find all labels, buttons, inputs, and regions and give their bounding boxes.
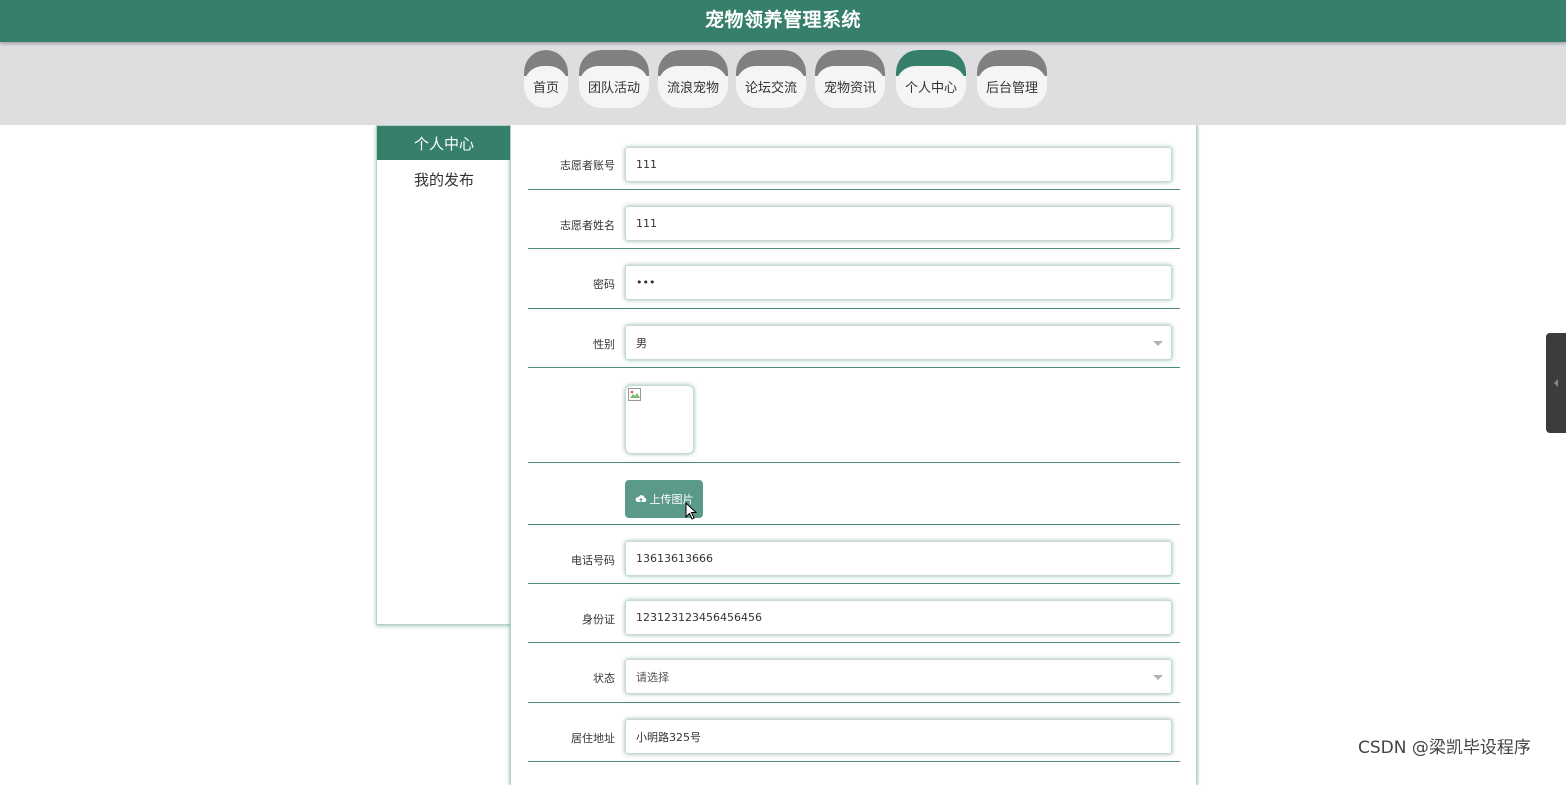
broken-image-icon bbox=[628, 388, 641, 401]
name-input[interactable]: 111 bbox=[625, 206, 1172, 241]
nav-home[interactable]: 首页 bbox=[524, 50, 568, 108]
form-row-phone: 电话号码 13613613666 bbox=[528, 525, 1180, 584]
nav-personal-center[interactable]: 个人中心 bbox=[896, 50, 966, 108]
nav-forum-label: 论坛交流 bbox=[736, 66, 806, 106]
nav-home-label: 首页 bbox=[524, 66, 568, 106]
gender-value: 男 bbox=[636, 336, 647, 350]
name-label: 志愿者姓名 bbox=[560, 219, 615, 232]
gender-label: 性别 bbox=[593, 338, 615, 351]
account-input[interactable]: 111 bbox=[625, 147, 1172, 182]
id-card-label: 身份证 bbox=[582, 613, 615, 626]
sidebar-item-personal-center[interactable]: 个人中心 bbox=[377, 126, 511, 160]
nav-stray-pets[interactable]: 流浪宠物 bbox=[658, 50, 728, 108]
password-label: 密码 bbox=[593, 278, 615, 291]
nav-admin-label: 后台管理 bbox=[977, 66, 1047, 106]
nav-team-activity[interactable]: 团队活动 bbox=[579, 50, 649, 108]
status-value: 请选择 bbox=[636, 670, 669, 684]
nav-pet-news-label: 宠物资讯 bbox=[815, 66, 885, 106]
watermark: CSDN @梁凯毕设程序 bbox=[1358, 738, 1531, 758]
id-card-input[interactable]: 123123123456456456 bbox=[625, 600, 1172, 635]
form-row-name: 志愿者姓名 111 bbox=[528, 190, 1180, 249]
form-row-id-card: 身份证 123123123456456456 bbox=[528, 584, 1180, 643]
address-input[interactable]: 小明路325号 bbox=[625, 719, 1172, 754]
phone-input[interactable]: 13613613666 bbox=[625, 541, 1172, 576]
nav-forum[interactable]: 论坛交流 bbox=[736, 50, 806, 108]
form-row-address: 居住地址 小明路325号 bbox=[528, 703, 1180, 762]
form-row-avatar bbox=[528, 368, 1180, 463]
address-label: 居住地址 bbox=[571, 732, 615, 745]
floating-side-tab[interactable] bbox=[1546, 333, 1566, 433]
chevron-left-icon bbox=[1554, 379, 1558, 387]
top-nav: 首页 团队活动 流浪宠物 论坛交流 宠物资讯 个人中心 后台管理 bbox=[0, 41, 1566, 125]
form-row-status: 状态 请选择 bbox=[528, 643, 1180, 703]
sidebar-item-my-posts[interactable]: 我的发布 bbox=[377, 162, 511, 196]
nav-admin[interactable]: 后台管理 bbox=[977, 50, 1047, 108]
form-row-upload: 上传图片 bbox=[528, 463, 1180, 525]
sidebar: 个人中心 我的发布 bbox=[376, 125, 512, 625]
phone-label: 电话号码 bbox=[571, 554, 615, 567]
app-header: 宠物领养管理系统 bbox=[0, 0, 1566, 42]
mouse-cursor-icon bbox=[685, 502, 697, 520]
form-row-gender: 性别 男 bbox=[528, 309, 1180, 368]
account-label: 志愿者账号 bbox=[560, 159, 615, 172]
nav-stray-pets-label: 流浪宠物 bbox=[658, 66, 728, 106]
status-select[interactable]: 请选择 bbox=[625, 659, 1172, 694]
form-row-password: 密码 ••• bbox=[528, 249, 1180, 309]
avatar-preview bbox=[625, 385, 694, 454]
chevron-down-icon bbox=[1153, 341, 1163, 346]
nav-pet-news[interactable]: 宠物资讯 bbox=[815, 50, 885, 108]
nav-team-activity-label: 团队活动 bbox=[579, 66, 649, 106]
gender-select[interactable]: 男 bbox=[625, 325, 1172, 360]
status-label: 状态 bbox=[593, 672, 615, 685]
nav-personal-center-label: 个人中心 bbox=[896, 66, 966, 106]
cloud-upload-icon bbox=[635, 495, 646, 503]
password-input[interactable]: ••• bbox=[625, 265, 1172, 300]
app-title: 宠物领养管理系统 bbox=[704, 8, 861, 31]
form-row-account: 志愿者账号 111 bbox=[528, 125, 1180, 190]
profile-form: 志愿者账号 111 志愿者姓名 111 密码 ••• 性别 男 上传图片 电话号… bbox=[510, 125, 1197, 785]
chevron-down-icon bbox=[1153, 675, 1163, 680]
